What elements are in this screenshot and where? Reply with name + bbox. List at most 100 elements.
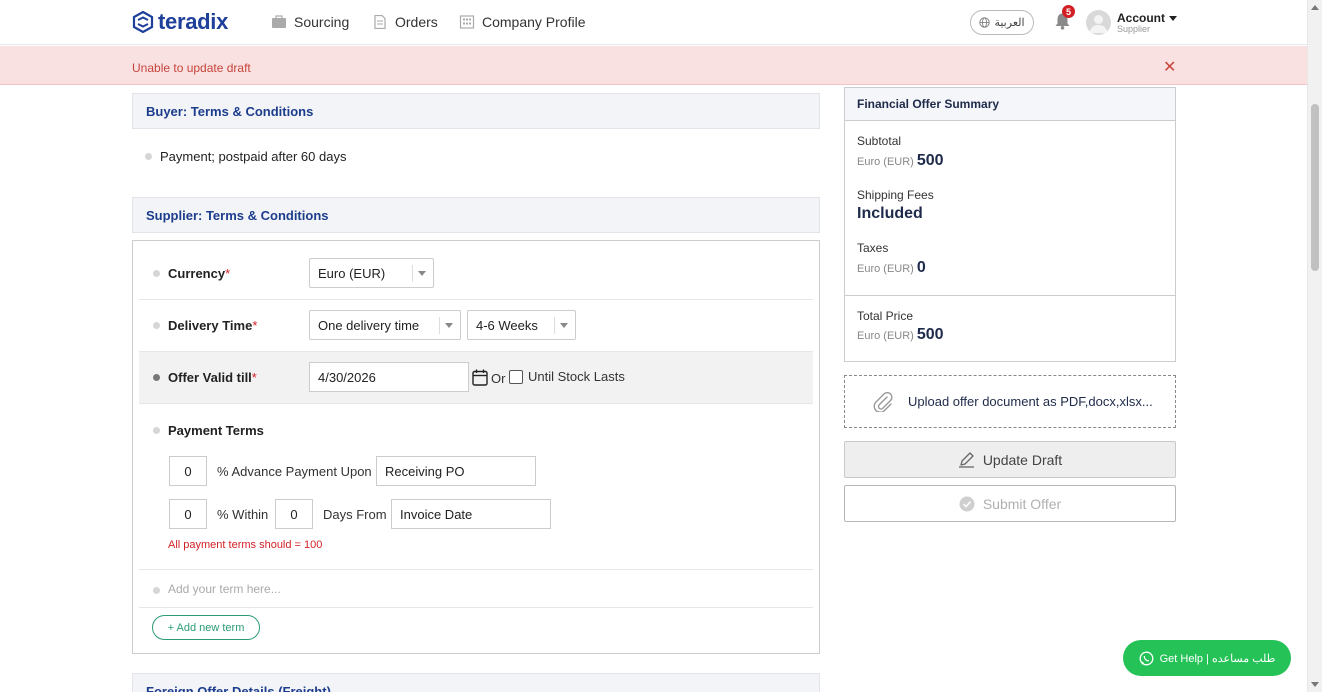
advance-upon-value: Receiving PO — [385, 463, 465, 479]
delivery-time-row: Delivery Time* One delivery time 4-6 Wee… — [139, 300, 813, 352]
chevron-down-icon — [418, 271, 426, 276]
required-mark: * — [251, 370, 257, 385]
payment-terms-label-text: Payment Terms — [168, 423, 264, 438]
error-alert: Unable to update draft ✕ — [0, 46, 1307, 85]
vertical-scrollbar[interactable] — [1307, 0, 1322, 692]
summary-title: Financial Offer Summary — [845, 88, 1175, 121]
nav-item-orders[interactable]: Orders — [372, 14, 438, 30]
within-text: % Within — [217, 507, 269, 522]
language-switch-button[interactable]: العربية — [970, 10, 1034, 35]
scrollbar-thumb[interactable] — [1311, 104, 1319, 271]
teradix-logo-icon — [132, 11, 154, 33]
delivery-time-label: Delivery Time* — [153, 318, 257, 333]
shipping-label: Shipping Fees — [857, 188, 934, 202]
account-label: Account — [1117, 11, 1165, 25]
advance-percent-input[interactable]: 0 — [169, 456, 207, 486]
currency-label: Currency* — [153, 266, 230, 281]
delivery-time-label-text: Delivery Time — [168, 318, 253, 333]
advance-upon-input[interactable]: Receiving PO — [376, 456, 536, 486]
add-new-term-button[interactable]: + Add new term — [152, 615, 260, 640]
shipping-value: Included — [857, 205, 923, 222]
total-row: Euro (EUR) 500 — [857, 326, 944, 344]
bullet-icon — [145, 153, 152, 160]
nav-item-company-profile[interactable]: Company Profile — [459, 14, 586, 30]
upload-label: Upload offer document as PDF,docx,xlsx..… — [908, 394, 1153, 409]
user-avatar-icon — [1089, 15, 1108, 33]
within-percent-value: 0 — [184, 506, 192, 522]
supplier-terms-header: Supplier: Terms & Conditions — [132, 197, 820, 233]
chevron-down-icon — [445, 323, 453, 328]
paperclip-icon — [873, 392, 893, 412]
scroll-down-arrow-icon[interactable] — [1311, 682, 1319, 687]
pencil-icon — [958, 452, 974, 468]
delivery-period-value: 4-6 Weeks — [476, 317, 538, 333]
taxes-row: Euro (EUR) 0 — [857, 259, 926, 277]
check-circle-icon — [959, 496, 975, 511]
logo-text: teradix — [158, 9, 229, 34]
within-percent-input[interactable]: 0 — [169, 499, 207, 529]
alert-message: Unable to update draft — [132, 61, 251, 75]
currency-row: Currency* Euro (EUR) — [139, 247, 813, 300]
submit-offer-button[interactable]: Submit Offer — [844, 485, 1176, 522]
whatsapp-icon — [1139, 651, 1154, 665]
calendar-icon[interactable] — [472, 369, 488, 386]
teradix-logo[interactable]: teradix — [132, 9, 228, 35]
submit-offer-label: Submit Offer — [982, 495, 1062, 512]
offer-valid-row: Offer Valid till* 4/30/2026 Or Until Sto… — [139, 352, 813, 404]
notification-count-badge: 5 — [1062, 5, 1075, 18]
currency-select[interactable]: Euro (EUR) — [309, 258, 434, 288]
total-currency: Euro (EUR) — [857, 330, 914, 342]
delivery-period-select[interactable]: 4-6 Weeks — [467, 310, 576, 340]
days-from-text: Days From — [323, 507, 387, 522]
avatar[interactable] — [1086, 10, 1111, 35]
briefcase-icon — [272, 15, 286, 28]
update-draft-label: Update Draft — [982, 451, 1063, 468]
buyer-terms-header: Buyer: Terms & Conditions — [132, 93, 820, 129]
total-value: 500 — [916, 326, 944, 343]
until-stock-lasts-checkbox[interactable] — [509, 370, 523, 384]
account-role: Supplier — [1117, 24, 1151, 34]
get-help-label: Get Help | طلب مساعده — [1159, 652, 1276, 665]
days-from-input[interactable]: Invoice Date — [391, 499, 551, 529]
bullet-icon — [153, 427, 160, 434]
taxes-value: 0 — [916, 259, 926, 276]
update-draft-button[interactable]: Update Draft — [844, 441, 1176, 478]
globe-icon — [979, 17, 991, 28]
buyer-term-item: Payment; postpaid after 60 days — [145, 149, 346, 164]
upload-offer-document[interactable]: Upload offer document as PDF,docx,xlsx..… — [844, 375, 1176, 428]
account-menu[interactable]: Account Supplier — [1117, 11, 1177, 34]
nav-item-label: Sourcing — [294, 14, 350, 30]
offer-valid-date-value: 4/30/2026 — [318, 369, 376, 385]
buyer-term-text: Payment; postpaid after 60 days — [160, 149, 347, 164]
top-navbar: teradix Sourcing Orders Company Profile … — [0, 0, 1307, 45]
document-icon — [374, 15, 386, 29]
or-text: Or — [491, 371, 506, 386]
scroll-up-arrow-icon[interactable] — [1311, 5, 1319, 10]
nav-item-sourcing[interactable]: Sourcing — [271, 14, 349, 30]
total-label: Total Price — [857, 309, 914, 323]
days-value: 0 — [290, 506, 298, 522]
bullet-icon — [153, 270, 160, 277]
bullet-icon — [153, 322, 160, 329]
taxes-label: Taxes — [857, 241, 889, 255]
bullet-icon — [153, 587, 160, 594]
language-label: العربية — [994, 17, 1025, 29]
account-name-row: Account — [1117, 11, 1177, 25]
new-term-input[interactable]: Add your term here... — [168, 582, 281, 596]
building-icon — [459, 15, 475, 29]
delivery-type-select[interactable]: One delivery time — [309, 310, 461, 340]
offer-valid-date-input[interactable]: 4/30/2026 — [309, 362, 469, 392]
required-mark: * — [225, 266, 231, 281]
get-help-button[interactable]: Get Help | طلب مساعده — [1123, 640, 1291, 676]
offer-valid-label: Offer Valid till* — [153, 370, 257, 385]
currency-value: Euro (EUR) — [318, 265, 386, 281]
caret-down-icon — [1169, 15, 1177, 21]
taxes-currency: Euro (EUR) — [857, 263, 914, 275]
foreign-offer-header: Foreign Offer Details (Freight) — [132, 673, 820, 692]
summary-divider — [845, 295, 1175, 296]
payment-terms-error: All payment terms should = 100 — [168, 539, 323, 551]
financial-summary-panel: Financial Offer Summary Subtotal Euro (E… — [844, 87, 1176, 362]
until-stock-lasts-label: Until Stock Lasts — [528, 369, 625, 384]
days-input[interactable]: 0 — [275, 499, 313, 529]
close-icon[interactable]: ✕ — [1163, 57, 1176, 77]
